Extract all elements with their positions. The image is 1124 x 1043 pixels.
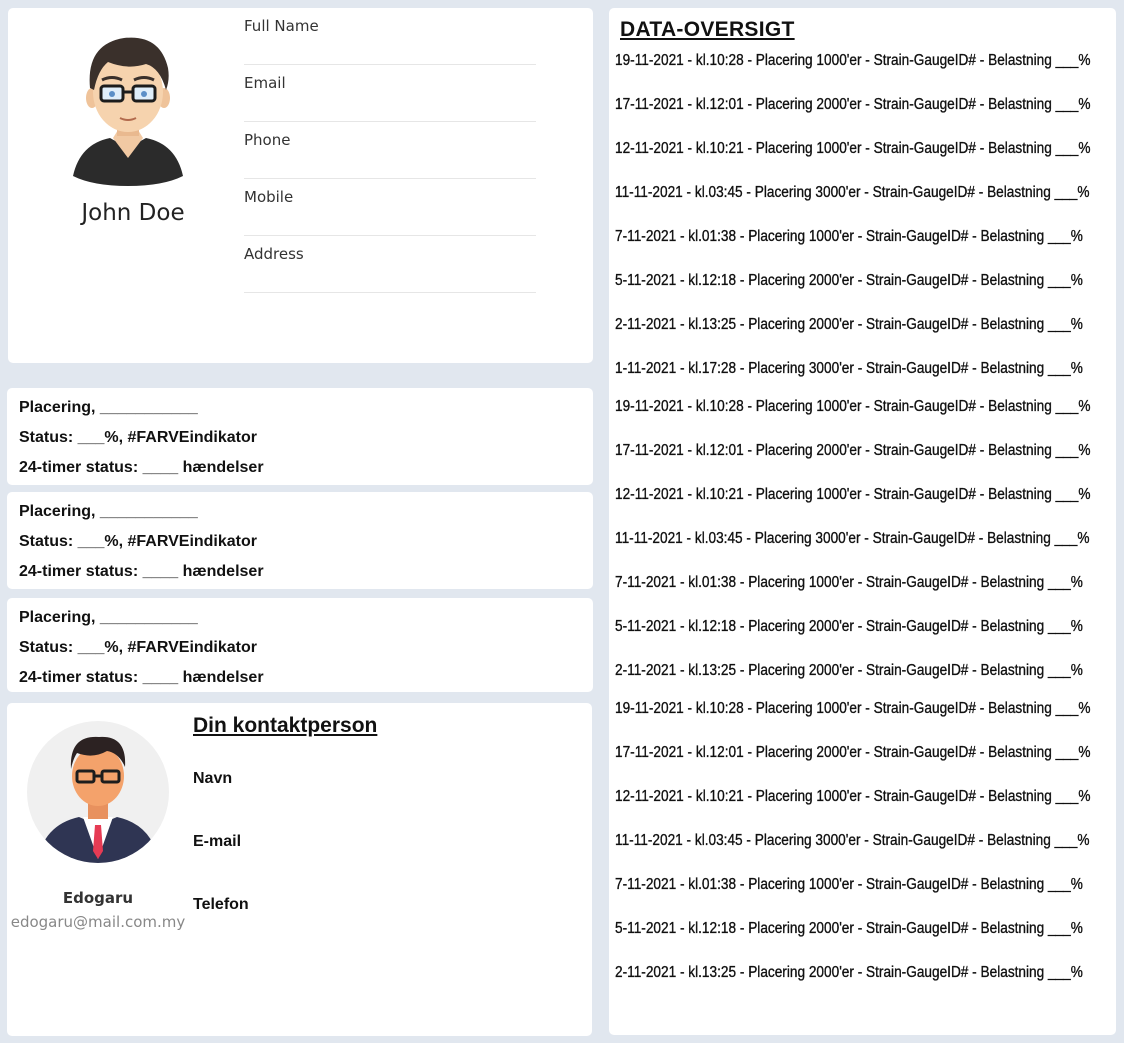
data-entry: 12-11-2021 - kl.10:21 - Placering 1000'e… (615, 486, 1091, 503)
status-text: Status: ___%, #FARVEindikator (19, 533, 257, 550)
data-entry: 19-11-2021 - kl.10:28 - Placering 1000'e… (615, 52, 1091, 69)
events-text: 24-timer status: ____ hændelser (19, 563, 264, 580)
field-label: Email (244, 74, 286, 92)
data-entry: 2-11-2021 - kl.13:25 - Placering 2000'er… (615, 316, 1083, 333)
contact-avatar (27, 721, 169, 863)
field-label: Phone (244, 131, 291, 149)
events-text: 24-timer status: ____ hændelser (19, 669, 264, 686)
placering-text: Placering, ___________ (19, 399, 198, 416)
status-card: Placering, ___________ Status: ___%, #FA… (7, 598, 593, 692)
contact-label-phone: Telefon (193, 896, 249, 913)
data-entry: 7-11-2021 - kl.01:38 - Placering 1000'er… (615, 228, 1083, 245)
data-entry: 19-11-2021 - kl.10:28 - Placering 1000'e… (615, 700, 1091, 717)
profile-fields: Full Name Email Phone Mobile Address (244, 8, 536, 293)
data-entry: 11-11-2021 - kl.03:45 - Placering 3000'e… (615, 530, 1090, 547)
field-full-name[interactable]: Full Name (244, 8, 536, 65)
field-mobile[interactable]: Mobile (244, 179, 536, 236)
data-entry: 17-11-2021 - kl.12:01 - Placering 2000'e… (615, 744, 1091, 761)
data-entry: 11-11-2021 - kl.03:45 - Placering 3000'e… (615, 832, 1090, 849)
data-entry: 19-11-2021 - kl.10:28 - Placering 1000'e… (615, 398, 1091, 415)
data-entry: 5-11-2021 - kl.12:18 - Placering 2000'er… (615, 272, 1083, 289)
field-email[interactable]: Email (244, 65, 536, 122)
user-avatar (73, 37, 183, 186)
contact-email[interactable]: edogaru@mail.com.my (7, 913, 189, 931)
contact-name: Edogaru (62, 889, 134, 907)
profile-name: John Doe (81, 200, 185, 226)
data-entry: 17-11-2021 - kl.12:01 - Placering 2000'e… (615, 442, 1091, 459)
contact-card: Edogaru edogaru@mail.com.my Din kontaktp… (7, 703, 592, 1036)
data-entry: 17-11-2021 - kl.12:01 - Placering 2000'e… (615, 96, 1091, 113)
placering-text: Placering, ___________ (19, 503, 198, 520)
data-entry: 7-11-2021 - kl.01:38 - Placering 1000'er… (615, 574, 1083, 591)
data-entry: 2-11-2021 - kl.13:25 - Placering 2000'er… (615, 662, 1083, 679)
data-entry: 7-11-2021 - kl.01:38 - Placering 1000'er… (615, 876, 1083, 893)
events-text: 24-timer status: ____ hændelser (19, 459, 264, 476)
contact-label-name: Navn (193, 770, 233, 787)
status-text: Status: ___%, #FARVEindikator (19, 639, 257, 656)
profile-card: John Doe Full Name Email Phone Mobile Ad… (8, 8, 593, 363)
contact-title: Din kontaktperson (193, 714, 378, 737)
data-entry: 12-11-2021 - kl.10:21 - Placering 1000'e… (615, 788, 1091, 805)
status-text: Status: ___%, #FARVEindikator (19, 429, 257, 446)
data-entry: 2-11-2021 - kl.13:25 - Placering 2000'er… (615, 964, 1083, 981)
placering-text: Placering, ___________ (19, 609, 198, 626)
data-overview-title: DATA-OVERSIGT (620, 18, 795, 41)
field-phone[interactable]: Phone (244, 122, 536, 179)
status-card: Placering, ___________ Status: ___%, #FA… (7, 492, 593, 589)
field-label: Address (244, 245, 304, 263)
contact-label-email: E-mail (193, 833, 242, 850)
data-overview-card: DATA-OVERSIGT 19-11-2021 - kl.10:28 - Pl… (609, 8, 1116, 1035)
data-entry: 1-11-2021 - kl.17:28 - Placering 3000'er… (615, 360, 1083, 377)
data-entry: 11-11-2021 - kl.03:45 - Placering 3000'e… (615, 184, 1090, 201)
data-entry: 12-11-2021 - kl.10:21 - Placering 1000'e… (615, 140, 1091, 157)
data-entry: 5-11-2021 - kl.12:18 - Placering 2000'er… (615, 618, 1083, 635)
field-label: Full Name (244, 17, 319, 35)
status-card: Placering, ___________ Status: ___%, #FA… (7, 388, 593, 485)
field-address[interactable]: Address (244, 236, 536, 293)
field-label: Mobile (244, 188, 294, 206)
data-entry: 5-11-2021 - kl.12:18 - Placering 2000'er… (615, 920, 1083, 937)
